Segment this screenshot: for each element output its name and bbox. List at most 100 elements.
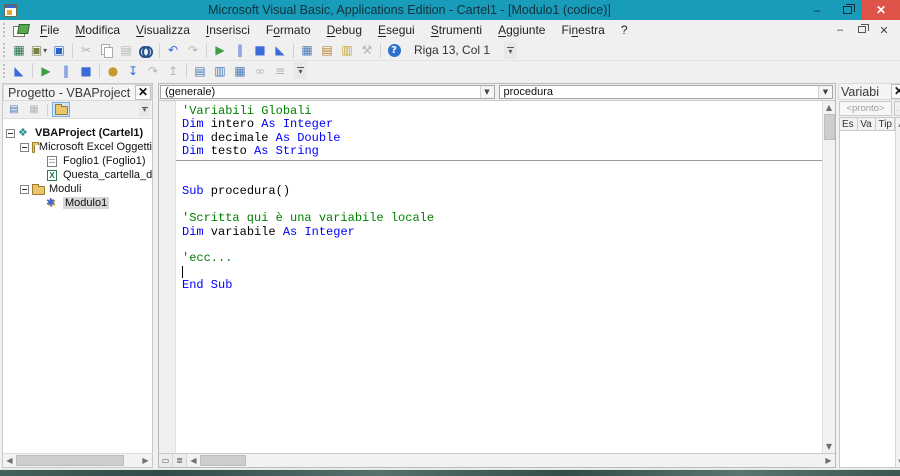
code-line[interactable]: Dim testo As String [176,145,822,158]
tree-item[interactable]: Foglio1 (Foglio1) [3,154,152,168]
chevron-down-icon[interactable]: ▼ [818,86,832,98]
design-mode-button[interactable]: ◣ [9,62,29,80]
project-panel-header[interactable]: Progetto - VBAProject ✕ [3,84,152,101]
menu-inserisci[interactable]: Inserisci [198,21,258,39]
chevron-down-icon[interactable]: ▼ [480,86,494,98]
locals-vertical-scrollbar[interactable]: ▲ ▼ [895,118,900,467]
toolbar-overflow-button[interactable] [504,42,517,59]
code-line[interactable]: End Sub [176,279,822,292]
toggle-breakpoint-button[interactable]: ● [103,62,123,80]
find-button[interactable] [136,41,156,59]
locals-column-tip[interactable]: Tip [876,118,895,130]
code-line[interactable]: Dim intero As Integer [176,118,822,131]
scroll-up-icon[interactable]: ▲ [896,118,900,129]
collapse-icon[interactable] [6,129,15,138]
scroll-down-icon[interactable]: ▼ [896,456,900,467]
step-into-button[interactable]: ↧ [123,62,143,80]
tree-item[interactable]: Modulo1 [3,196,152,210]
menu-finestra[interactable]: Finestra [553,21,612,39]
menu-debug[interactable]: Debug [319,21,370,39]
mdi-minimize-button[interactable]: – [832,24,848,36]
menu-modifica[interactable]: Modifica [67,21,128,39]
menu-formato[interactable]: Formato [258,21,319,39]
scroll-left-icon[interactable]: ◀ [187,454,200,467]
undo-button[interactable]: ↶ [163,41,183,59]
scrollbar-thumb[interactable] [824,114,835,140]
project-toolbar-overflow-button[interactable] [139,102,150,117]
scroll-right-icon[interactable]: ▶ [822,454,835,467]
collapse-icon[interactable] [20,143,29,152]
close-button[interactable]: ✕ [862,0,900,20]
scroll-left-icon[interactable]: ◀ [3,454,16,467]
code-line[interactable]: Sub procedura() [176,185,822,198]
full-module-view-button[interactable]: ≣ [173,454,187,467]
project-explorer-button[interactable]: ▦ [297,41,317,59]
menu-grip[interactable] [2,22,7,38]
menu-esegui[interactable]: Esegui [370,21,423,39]
view-microsoft-excel-button[interactable]: ▦ [9,41,29,59]
watch-window-button[interactable]: ▦ [230,62,250,80]
toolbar-grip[interactable] [2,63,7,78]
mdi-close-button[interactable]: ✕ [876,24,892,37]
project-horizontal-scrollbar[interactable]: ◀ ▶ [3,453,152,467]
code-line[interactable]: 'ecc... [176,252,822,265]
code-line[interactable] [176,266,822,279]
menu-help[interactable]: ? [613,21,636,39]
object-browser-button[interactable]: ▥ [337,41,357,59]
tree-item[interactable]: Questa_cartella_di_lavo [3,168,152,182]
locals-panel-header[interactable]: Variabi ✕ [838,83,900,100]
locals-column-va[interactable]: Va [858,118,876,130]
procedure-dropdown[interactable]: procedura ▼ [499,85,834,99]
code-line[interactable]: 'Variabili Globali [176,105,822,118]
locals-column-es[interactable]: Es [840,118,858,130]
scroll-up-icon[interactable]: ▲ [823,101,836,114]
design-mode-button[interactable]: ◣ [270,41,290,59]
menu-strumenti[interactable]: Strumenti [423,21,490,39]
scroll-right-icon[interactable]: ▶ [139,454,152,467]
run-button[interactable]: ▶ [210,41,230,59]
minimize-button[interactable]: – [802,0,832,20]
menu-file[interactable]: File [32,21,67,39]
toolbar-grip[interactable] [2,42,7,58]
help-button[interactable]: ? [384,41,404,59]
code-line[interactable]: Dim decimale As Double [176,132,822,145]
code-line[interactable] [176,239,822,252]
tree-item[interactable]: Moduli [3,182,152,196]
view-code-button[interactable]: ▤ [5,102,23,117]
code-line[interactable] [176,199,822,212]
dropdown-arrow-icon[interactable]: ▾ [43,46,47,55]
locals-panel-close-button[interactable]: ✕ [891,84,900,99]
properties-window-button[interactable]: ▤ [317,41,337,59]
project-panel-close-button[interactable]: ✕ [135,85,151,100]
toolbar-overflow-button[interactable] [294,62,307,79]
code-editor[interactable]: 'Variabili GlobaliDim intero As IntegerD… [159,101,835,453]
run-button[interactable]: ▶ [36,62,56,80]
vba-app-icon[interactable] [13,24,28,37]
break-button[interactable]: ‖ [230,41,250,59]
locals-window-button[interactable]: ▤ [190,62,210,80]
scroll-down-icon[interactable]: ▼ [823,440,836,453]
menu-visualizza[interactable]: Visualizza [128,21,198,39]
break-button[interactable]: ‖ [56,62,76,80]
object-dropdown[interactable]: (generale) ▼ [160,85,495,99]
tree-item[interactable]: Microsoft Excel Oggetti [3,140,152,154]
mdi-restore-button[interactable] [854,24,870,36]
scrollbar-thumb[interactable] [16,455,124,466]
procedure-view-button[interactable]: ▭ [159,454,173,467]
reset-button[interactable]: ■ [250,41,270,59]
reset-button[interactable]: ■ [76,62,96,80]
code-line[interactable] [176,172,822,185]
toggle-folders-button[interactable] [52,102,70,117]
code-line[interactable]: 'Scritta qui è una variabile locale [176,212,822,225]
margin-indicator-bar[interactable] [159,101,176,453]
restore-button[interactable] [832,0,862,20]
scrollbar-thumb[interactable] [200,455,246,466]
menu-aggiunte[interactable]: Aggiunte [490,21,553,39]
collapse-icon[interactable] [20,185,29,194]
immediate-window-button[interactable]: ▥ [210,62,230,80]
tree-item[interactable]: VBAProject (Cartel1) [3,126,152,140]
code-vertical-scrollbar[interactable]: ▲ ▼ [822,101,835,453]
code-line[interactable]: Dim variabile As Integer [176,226,822,239]
insert-userform-button[interactable]: ▣▾ [29,41,49,59]
save-button[interactable]: ▣ [49,41,69,59]
